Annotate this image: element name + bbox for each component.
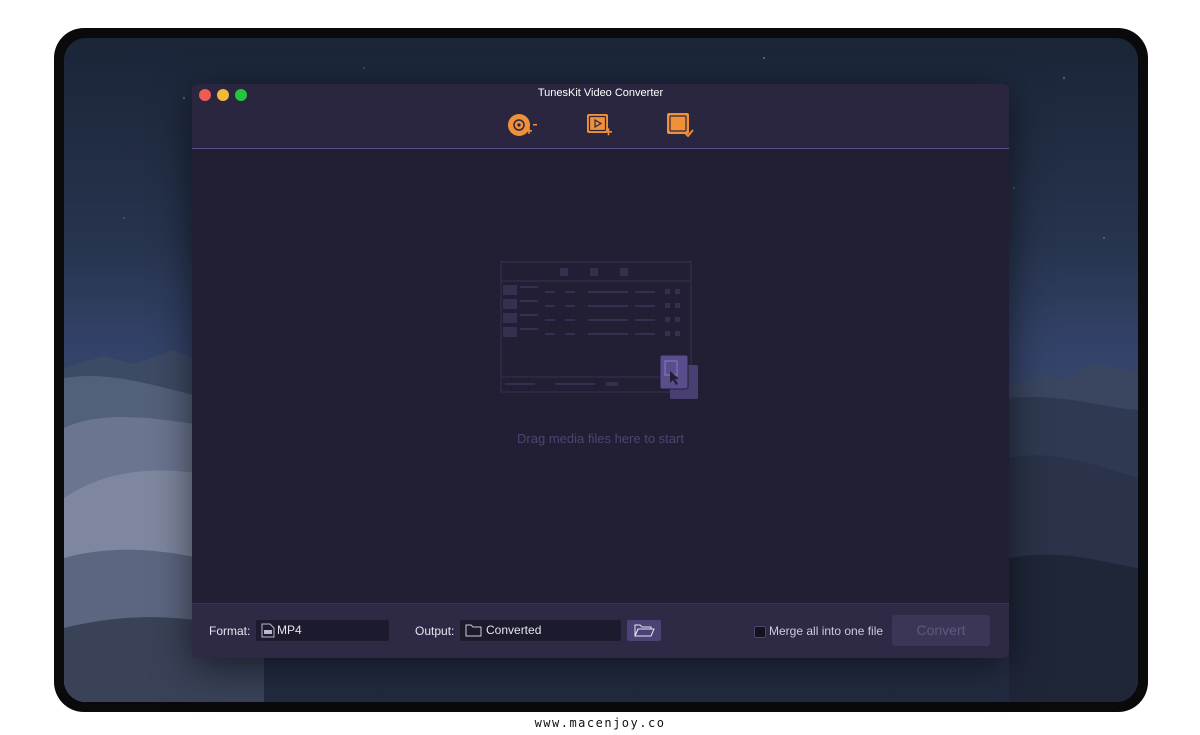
merge-label[interactable]: Merge all into one file — [769, 624, 883, 638]
output-path-field[interactable]: Converted — [460, 620, 621, 641]
drop-area[interactable]: Drag media files here to start — [192, 149, 1009, 603]
add-files-button[interactable] — [584, 110, 618, 140]
output-value: Converted — [486, 623, 542, 637]
titlebar: TunesKit Video Converter — [192, 84, 1009, 149]
open-folder-icon — [634, 624, 655, 637]
output-label: Output: — [415, 624, 455, 638]
drop-hint-text: Drag media files here to start — [517, 431, 684, 446]
convert-button[interactable]: Convert — [892, 615, 990, 646]
mp4-file-icon — [261, 623, 275, 638]
format-label: Format: — [209, 624, 251, 638]
video-add-icon — [587, 114, 612, 136]
dvd-add-icon — [508, 114, 537, 136]
folder-icon — [465, 624, 482, 637]
add-dvd-button[interactable] — [504, 110, 538, 140]
drag-drop-illustration-icon — [500, 261, 698, 399]
converted-check-icon — [667, 113, 694, 138]
app-window: TunesKit Video Converter Drag media file… — [192, 84, 1009, 658]
format-selector[interactable]: MP4 — [256, 620, 389, 641]
format-value: MP4 — [277, 623, 302, 637]
converted-history-button[interactable] — [664, 110, 698, 140]
merge-checkbox[interactable] — [754, 626, 766, 638]
window-title: TunesKit Video Converter — [537, 87, 664, 99]
watermark: www.macenjoy.co — [534, 716, 666, 730]
browse-output-button[interactable] — [627, 620, 661, 641]
bottom-bar: Format: MP4 Output: Converted Merge all … — [192, 603, 1009, 658]
